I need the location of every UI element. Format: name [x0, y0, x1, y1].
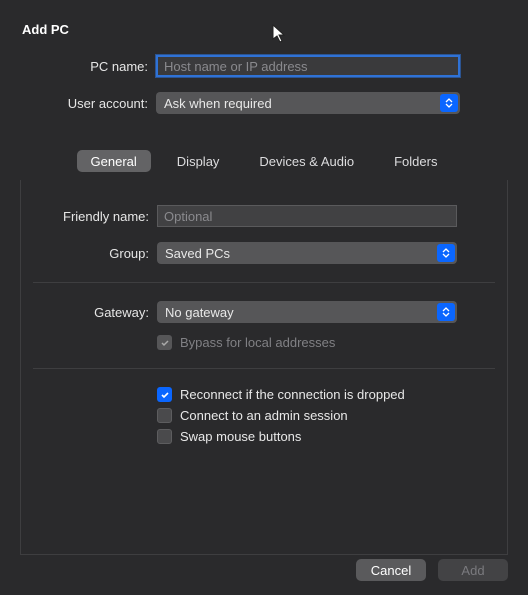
group-value: Saved PCs — [165, 246, 230, 261]
admin-label: Connect to an admin session — [180, 408, 348, 423]
cancel-button[interactable]: Cancel — [356, 559, 426, 581]
pc-name-label: PC name: — [0, 59, 156, 74]
divider — [33, 282, 495, 283]
swap-label: Swap mouse buttons — [180, 429, 301, 444]
user-account-label: User account: — [0, 96, 156, 111]
gateway-label: Gateway: — [21, 305, 157, 320]
tab-bar: General Display Devices & Audio Folders — [0, 150, 528, 172]
tab-display[interactable]: Display — [163, 150, 234, 172]
bypass-label: Bypass for local addresses — [180, 335, 335, 350]
friendly-name-input[interactable] — [157, 205, 457, 227]
swap-checkbox[interactable] — [157, 429, 172, 444]
tab-devices-audio[interactable]: Devices & Audio — [245, 150, 368, 172]
friendly-name-label: Friendly name: — [21, 209, 157, 224]
tab-folders[interactable]: Folders — [380, 150, 451, 172]
group-select[interactable]: Saved PCs — [157, 242, 457, 264]
bypass-checkbox — [157, 335, 172, 350]
user-account-value: Ask when required — [164, 96, 272, 111]
general-panel: Friendly name: Group: Saved PCs Gateway:… — [20, 180, 508, 555]
window-title: Add PC — [0, 0, 528, 37]
user-account-select[interactable]: Ask when required — [156, 92, 460, 114]
group-label: Group: — [21, 246, 157, 261]
chevron-up-down-icon — [437, 244, 455, 262]
tab-general[interactable]: General — [77, 150, 151, 172]
admin-checkbox[interactable] — [157, 408, 172, 423]
reconnect-label: Reconnect if the connection is dropped — [180, 387, 405, 402]
gateway-value: No gateway — [165, 305, 234, 320]
chevron-up-down-icon — [440, 94, 458, 112]
divider — [33, 368, 495, 369]
add-button: Add — [438, 559, 508, 581]
reconnect-checkbox[interactable] — [157, 387, 172, 402]
chevron-up-down-icon — [437, 303, 455, 321]
pc-name-input[interactable] — [156, 55, 460, 77]
gateway-select[interactable]: No gateway — [157, 301, 457, 323]
